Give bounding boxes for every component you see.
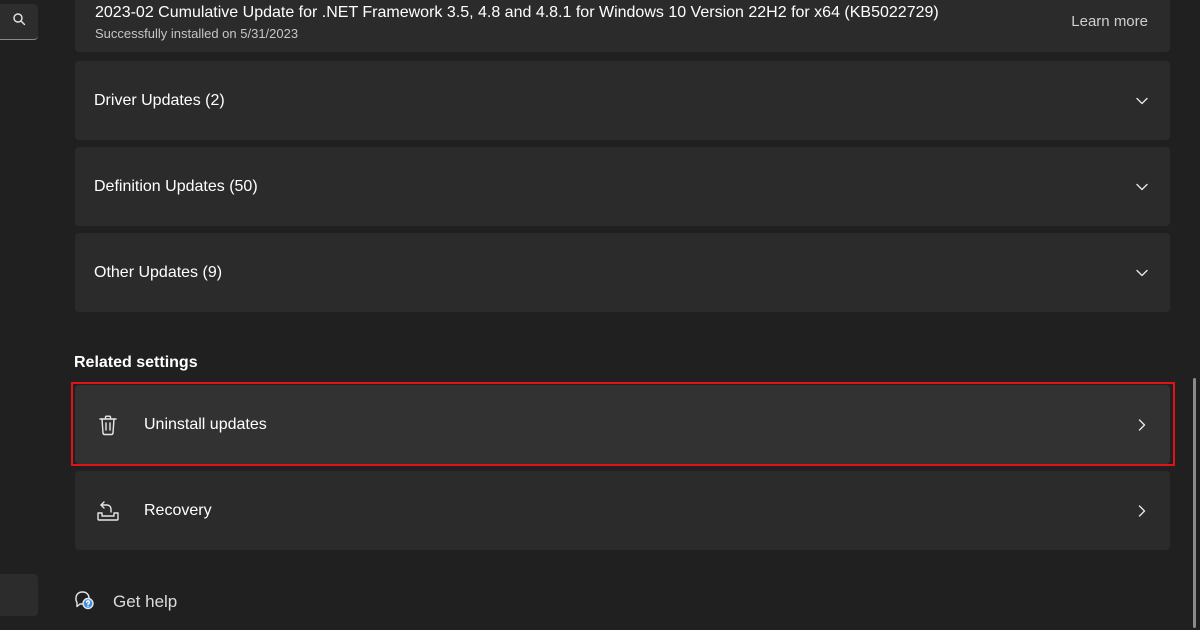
update-history-item: 2023-02 Cumulative Update for .NET Frame… bbox=[75, 0, 1170, 52]
update-title: 2023-02 Cumulative Update for .NET Frame… bbox=[95, 4, 939, 21]
expander-label: Other Updates (9) bbox=[94, 263, 223, 281]
recovery-icon bbox=[95, 498, 121, 524]
uninstall-updates-link[interactable]: Uninstall updates bbox=[75, 385, 1170, 464]
recovery-link[interactable]: Recovery bbox=[75, 471, 1170, 550]
expander-label: Driver Updates (2) bbox=[94, 91, 225, 109]
scrollbar[interactable] bbox=[1193, 378, 1196, 628]
definition-updates-expander[interactable]: Definition Updates (50) bbox=[75, 147, 1170, 226]
get-help-label: Get help bbox=[113, 592, 178, 611]
nav-label: Uninstall updates bbox=[144, 415, 267, 433]
sidebar-item[interactable] bbox=[0, 574, 38, 616]
help-chat-icon bbox=[73, 589, 95, 616]
related-settings-heading: Related settings bbox=[74, 354, 198, 371]
trash-icon bbox=[95, 412, 121, 438]
update-status: Successfully installed on 5/31/2023 bbox=[95, 26, 299, 41]
chevron-right-icon bbox=[1134, 503, 1150, 519]
chevron-down-icon bbox=[1134, 179, 1150, 195]
chevron-down-icon bbox=[1134, 265, 1150, 281]
other-updates-expander[interactable]: Other Updates (9) bbox=[75, 233, 1170, 312]
driver-updates-expander[interactable]: Driver Updates (2) bbox=[75, 61, 1170, 140]
expander-label: Definition Updates (50) bbox=[94, 177, 258, 195]
nav-label: Recovery bbox=[144, 501, 212, 519]
chevron-down-icon bbox=[1134, 93, 1150, 109]
search-icon bbox=[12, 12, 26, 31]
learn-more-link[interactable]: Learn more bbox=[1071, 13, 1148, 30]
chevron-right-icon bbox=[1134, 417, 1150, 433]
sidebar-search-button[interactable] bbox=[0, 4, 38, 40]
get-help-link[interactable]: Get help bbox=[73, 588, 177, 616]
